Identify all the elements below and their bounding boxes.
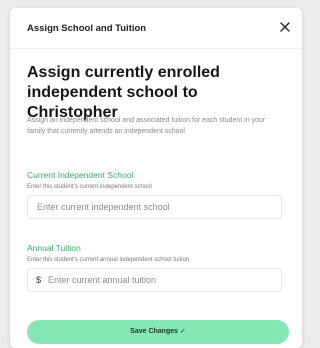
modal-header-title: Assign School and Tuition bbox=[27, 23, 147, 34]
school-field-label: Current Independent School bbox=[27, 170, 134, 180]
tuition-field-label: Annual Tuition bbox=[27, 243, 81, 253]
page-title: Assign currently enrolled independent sc… bbox=[27, 64, 220, 121]
assign-school-modal: Assign School and Tuition Assign current… bbox=[10, 8, 302, 348]
save-changes-button[interactable]: Save Changes ✓ bbox=[27, 320, 289, 344]
tuition-field-help: Enter this student's current annual inde… bbox=[27, 257, 190, 263]
tuition-input[interactable]: $ Enter current annual tuition bbox=[27, 268, 282, 292]
currency-symbol: $ bbox=[36, 275, 42, 285]
school-input[interactable]: Enter current independent school bbox=[27, 195, 282, 219]
school-input-placeholder: Enter current independent school bbox=[37, 202, 170, 212]
modal-header: Assign School and Tuition bbox=[10, 8, 302, 46]
school-field-help: Enter this student's current independent… bbox=[27, 184, 152, 190]
save-changes-label: Save Changes ✓ bbox=[130, 328, 186, 335]
modal-description: Assign an independent school and associa… bbox=[27, 117, 266, 135]
tuition-input-placeholder: Enter current annual tuition bbox=[48, 275, 157, 285]
close-icon[interactable] bbox=[278, 20, 292, 34]
header-divider bbox=[10, 48, 302, 49]
